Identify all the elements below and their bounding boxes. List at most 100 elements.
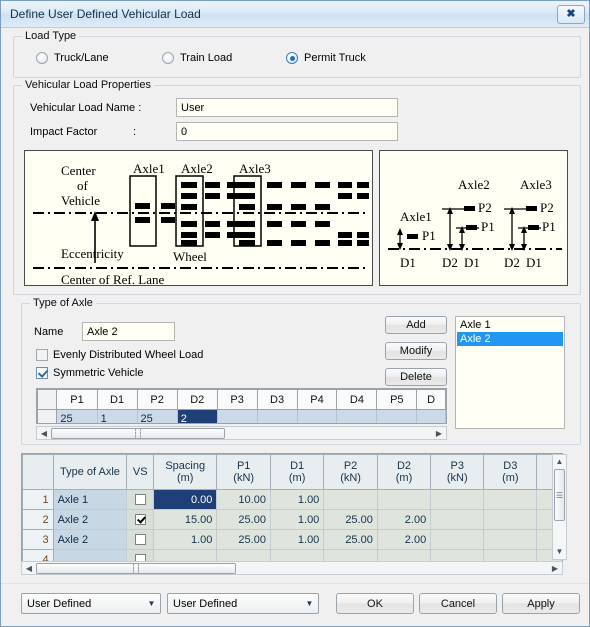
checkbox-icon-symmetric[interactable] [36,367,48,379]
axle-name-input[interactable]: Axle 2 [82,322,175,341]
cell-p1[interactable]: 25.00 [216,529,271,550]
radio-truck-lane[interactable]: Truck/Lane [36,52,109,64]
checkbox-icon-vs[interactable] [134,494,146,506]
grid-vscroll-thumb[interactable]: ☰ [554,469,565,521]
axle-definition-grid-hscrollbar[interactable]: ◀ ┆┆ ▶ [21,561,563,575]
axle-param-header-d1[interactable]: D1 [96,389,138,410]
scroll-right-icon[interactable]: ▶ [432,429,446,438]
radio-icon-train-load[interactable] [162,52,174,64]
radio-train-load[interactable]: Train Load [162,52,232,64]
cell-type-of-axle[interactable]: Axle 1 [52,489,128,510]
cell-p1[interactable]: 25.00 [216,509,271,530]
cell-d2[interactable] [376,489,432,510]
checkbox-icon-vs[interactable] [134,514,146,526]
radio-icon-permit-truck[interactable] [286,52,298,64]
grid-header-vs[interactable]: VS [126,454,155,490]
list-item[interactable]: Axle 2 [457,332,563,346]
evenly-distributed-wheel-load-checkbox[interactable]: Evenly Distributed Wheel Load [36,349,203,361]
axle-param-cell-d5[interactable] [416,409,446,423]
cell-type-of-axle[interactable]: Axle 2 [52,509,128,530]
axle-param-cell-p4[interactable] [296,409,338,423]
cell-d1[interactable]: 1.00 [269,489,325,510]
cell-p2[interactable]: 25.00 [323,509,378,530]
axle-param-cell-p2[interactable]: 25 [136,409,178,423]
impact-factor-input[interactable]: 0 [176,122,398,141]
axle-param-header-p5[interactable]: P5 [376,389,418,410]
grid-header-p1[interactable]: P1 (kN) [216,454,271,490]
cell-p3[interactable] [430,509,485,530]
axle-param-header-d3[interactable]: D3 [256,389,298,410]
cell-p2[interactable]: 25.00 [323,529,378,550]
axle-definition-grid[interactable]: Type of Axle VS Spacing (m) P1 (kN) D1 (… [21,453,563,570]
radio-permit-truck[interactable]: Permit Truck [286,52,366,64]
cell-d2[interactable]: 2.00 [376,509,432,530]
add-button[interactable]: Add [385,316,447,334]
chevron-down-icon[interactable]: ▼ [143,599,160,608]
grid-hscroll-thumb[interactable]: ┆┆ [36,562,236,574]
chevron-down-icon[interactable]: ▼ [301,599,318,608]
cell-p3[interactable] [430,489,485,510]
grid-header-spacing[interactable]: Spacing (m) [153,454,218,490]
grid-header-d2[interactable]: D2 (m) [376,454,432,490]
axle-param-cell-d2[interactable]: 2 [176,409,218,423]
ok-button[interactable]: OK [336,593,414,614]
cell-vs[interactable] [126,529,155,550]
grid-header-p2[interactable]: P2 (kN) [323,454,378,490]
grid-header-d1[interactable]: D1 (m) [269,454,325,490]
cell-spacing[interactable]: 1.00 [153,529,218,550]
scroll-right-icon[interactable]: ▶ [548,564,562,573]
axle-param-header-p1[interactable]: P1 [56,389,98,410]
cell-d1[interactable]: 1.00 [269,529,325,550]
cell-d3[interactable] [483,509,538,530]
apply-button[interactable]: Apply [502,593,580,614]
cell-d3[interactable] [483,489,538,510]
scroll-left-icon[interactable]: ◀ [37,429,51,438]
close-icon[interactable]: ✖ [557,4,585,24]
cell-vs[interactable] [126,489,155,510]
axle-param-cell-d1[interactable]: 1 [96,409,138,423]
axle-param-header-d2[interactable]: D2 [176,389,218,410]
grid-header-d3[interactable]: D3 (m) [483,454,538,490]
axle-param-header-p3[interactable]: P3 [216,389,258,410]
axle-param-cell-d3[interactable] [256,409,298,423]
checkbox-icon-evenly[interactable] [36,349,48,361]
axle-parameter-row-header[interactable] [37,409,58,423]
axle-param-header-p4[interactable]: P4 [296,389,338,410]
modify-button[interactable]: Modify [385,342,447,360]
radio-icon-truck-lane[interactable] [36,52,48,64]
symmetric-vehicle-checkbox[interactable]: Symmetric Vehicle [36,367,143,379]
axle-parameter-hscroll-thumb[interactable]: ┆┆ [51,427,225,439]
scroll-up-icon[interactable]: ▲ [553,455,566,469]
axle-param-cell-p1[interactable]: 25 [56,409,98,423]
cell-vs[interactable] [126,509,155,530]
combo-units-left[interactable]: User Defined ▼ [21,593,161,614]
checkbox-icon-vs[interactable] [134,534,146,546]
cancel-button[interactable]: Cancel [419,593,497,614]
scroll-left-icon[interactable]: ◀ [22,564,36,573]
axle-parameter-grid-hscrollbar[interactable]: ◀ ┆┆ ▶ [36,426,447,440]
grid-header-p3[interactable]: P3 (kN) [430,454,485,490]
axle-parameter-grid[interactable]: P1 D1 P2 D2 P3 D3 P4 D4 P5 D 25 1 25 2 [36,388,447,424]
table-row[interactable]: 3 Axle 2 1.00 25.00 1.00 25.00 2.00 [22,529,562,550]
cell-p3[interactable] [430,529,485,550]
cell-d2[interactable]: 2.00 [376,529,432,550]
axle-param-cell-p5[interactable] [376,409,418,423]
grid-header-type-of-axle[interactable]: Type of Axle [52,454,128,490]
axle-param-cell-p3[interactable] [216,409,258,423]
cell-p2[interactable] [323,489,378,510]
table-row[interactable]: 1 Axle 1 0.00 10.00 1.00 [22,489,562,510]
axle-definition-grid-vscrollbar[interactable]: ▲ ☰ ▼ [552,454,567,560]
axle-param-header-p2[interactable]: P2 [136,389,178,410]
scroll-down-icon[interactable]: ▼ [553,545,566,559]
axle-param-header-d4[interactable]: D4 [336,389,378,410]
cell-p1[interactable]: 10.00 [216,489,271,510]
cell-d1[interactable]: 1.00 [269,509,325,530]
cell-spacing[interactable]: 0.00 [153,489,218,510]
axle-param-header-d5[interactable]: D [416,389,446,410]
cell-spacing[interactable]: 15.00 [153,509,218,530]
list-item[interactable]: Axle 1 [457,318,563,332]
combo-units-right[interactable]: User Defined ▼ [167,593,319,614]
vehicular-load-name-input[interactable]: User [176,98,398,117]
delete-button[interactable]: Delete [385,368,447,386]
table-row[interactable]: 2 Axle 2 15.00 25.00 1.00 25.00 2.00 [22,509,562,530]
